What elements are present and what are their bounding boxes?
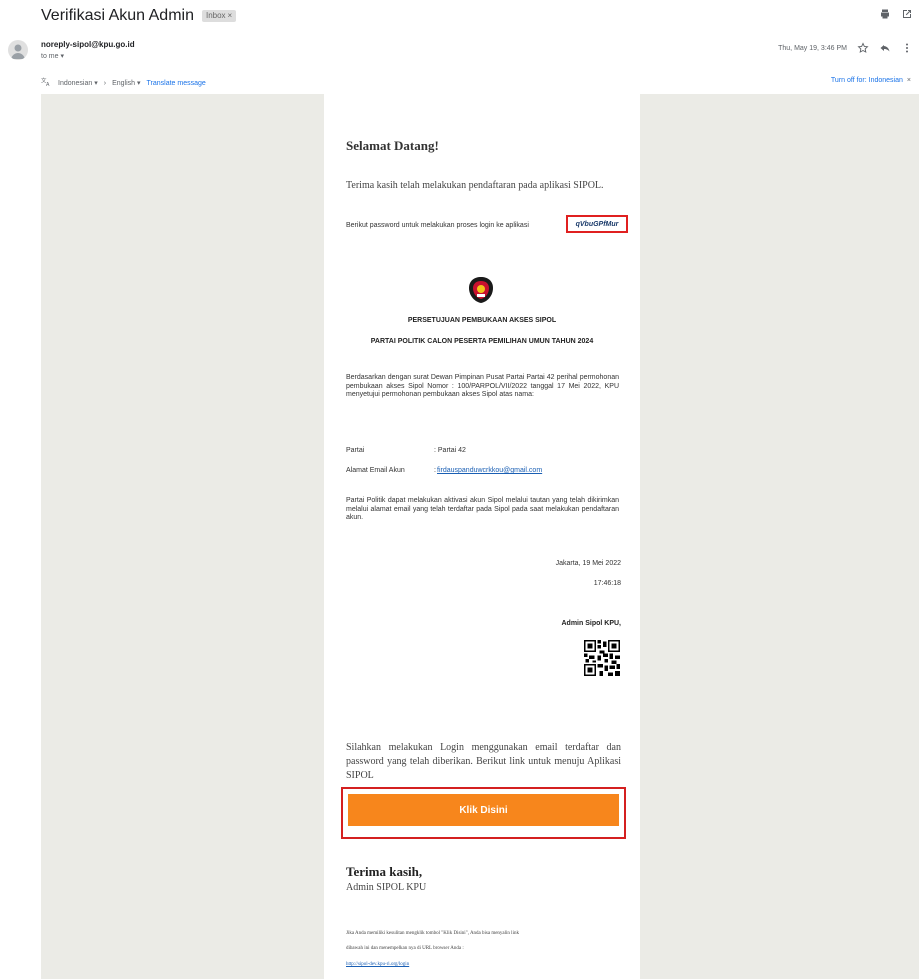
translate-bar: 文A Indonesian ▾ › English ▾ Translate me… <box>41 76 911 91</box>
button-highlight-box: Klik Disini <box>341 787 626 839</box>
signature-text: Admin SIPOL KPU <box>346 882 427 893</box>
print-icon[interactable] <box>879 8 891 20</box>
email-card: Selamat Datang! Terima kasih telah melak… <box>324 94 640 979</box>
account-email-link[interactable]: firdauspanduwcrkkou@gmail.com <box>437 467 542 474</box>
letter-time: 17:46:18 <box>593 580 621 587</box>
star-icon[interactable] <box>857 42 869 54</box>
field-label-partai: Partai <box>346 447 365 454</box>
letter-date: Jakarta, 19 Mei 2022 <box>555 560 621 567</box>
chevron-down-icon: ▾ <box>60 53 64 60</box>
more-options-icon[interactable] <box>901 42 913 54</box>
header-actions <box>879 8 913 20</box>
sender-email[interactable]: noreply-sipol@kpu.go.id <box>41 40 135 49</box>
party-heading: PARTAI POLITIK CALON PESERTA PEMILIHAN U… <box>370 338 594 345</box>
recipient-text: to me <box>41 53 59 60</box>
admin-title: Admin Sipol KPU, <box>561 620 622 627</box>
translate-message-link[interactable]: Translate message <box>147 80 206 87</box>
open-new-window-icon[interactable] <box>901 8 913 20</box>
close-translate-icon[interactable]: × <box>907 77 911 84</box>
svg-text:A: A <box>46 82 50 87</box>
source-language-select[interactable]: Indonesian ▾ <box>58 79 98 87</box>
email-subject-bar: Verifikasi Akun Admin Inbox × <box>41 7 237 25</box>
activation-paragraph: Partai Politik dapat melakukan aktivasi … <box>346 497 619 521</box>
avatar <box>8 40 28 60</box>
recipient-toggle[interactable]: to me ▾ <box>41 52 64 60</box>
klik-disini-button[interactable]: Klik Disini <box>348 794 619 826</box>
email-body-canvas: Selamat Datang! Terima kasih telah melak… <box>41 94 919 979</box>
email-date: Thu, May 19, 3:46 PM <box>778 44 847 52</box>
closing-text: Terima kasih, <box>346 864 423 879</box>
chevron-down-icon: ▾ <box>94 80 98 87</box>
turn-off-translate-link[interactable]: Turn off for: Indonesian <box>831 77 903 84</box>
approval-heading: PERSETUJUAN PEMBUKAAN AKSES SIPOL <box>407 317 557 324</box>
translate-turn-off: Turn off for: Indonesian × <box>831 77 911 84</box>
field-label-email: Alamat Email Akun <box>346 467 405 474</box>
sender-row: noreply-sipol@kpu.go.id to me ▾ Thu, May… <box>0 38 919 68</box>
target-language-select[interactable]: English ▾ <box>112 79 140 87</box>
field-value-partai: : Partai 42 <box>434 447 466 454</box>
target-language-text: English <box>112 80 136 87</box>
footer-line-1: Jika Anda memiliki kesulitan mengklik to… <box>346 931 519 936</box>
approval-paragraph: Berdasarkan dengan surat Dewan Pimpinan … <box>346 374 619 398</box>
kpu-logo <box>468 276 494 304</box>
qr-code <box>584 640 620 676</box>
thanks-line: Terima kasih telah melakukan pendaftaran… <box>346 180 604 191</box>
remove-label-icon[interactable]: × <box>228 11 233 20</box>
translate-controls: 文A Indonesian ▾ › English ▾ Translate me… <box>41 76 206 89</box>
date-actions: Thu, May 19, 3:46 PM <box>778 42 913 54</box>
inbox-label-chip[interactable]: Inbox × <box>201 10 237 22</box>
arrow-right-icon: › <box>103 79 107 87</box>
reply-icon[interactable] <box>879 42 891 54</box>
password-highlight-box: qVbuGPfMur <box>566 215 628 233</box>
welcome-heading: Selamat Datang! <box>346 138 439 153</box>
inbox-label-text: Inbox <box>205 11 226 20</box>
login-instruction: Silahkan melakukan Login menggunakan ema… <box>346 742 621 781</box>
source-language-text: Indonesian <box>58 80 93 87</box>
translate-icon: 文A <box>41 76 52 89</box>
footer-link[interactable]: http://sipol-dev.kpu-ri.org/login <box>346 961 631 968</box>
footer-line-2: dibawah ini dan menempelkan nya di URL b… <box>346 946 464 951</box>
field-value-email-colon: : <box>434 467 436 474</box>
email-subject: Verifikasi Akun Admin <box>41 7 194 24</box>
password-value: qVbuGPfMur <box>575 220 619 228</box>
chevron-down-icon: ▾ <box>137 80 141 87</box>
